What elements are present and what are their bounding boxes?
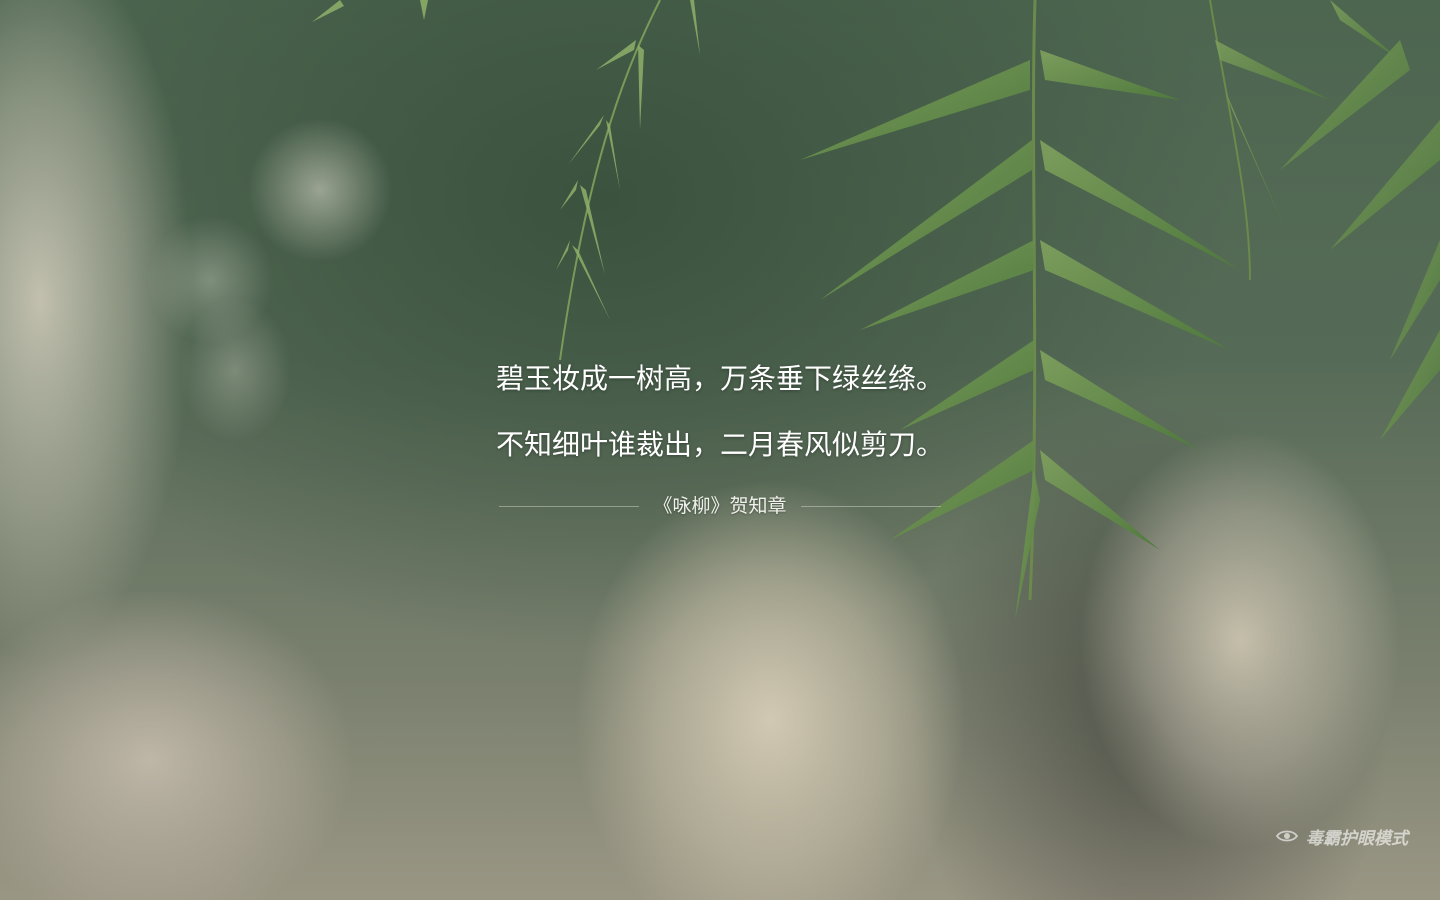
divider-left: [499, 505, 640, 507]
divider-right: [800, 505, 941, 507]
poem-block: 碧玉妆成一树高，万条垂下绿丝绦。 不知细叶谁裁出，二月春风似剪刀。: [0, 355, 1440, 487]
eye-protection-mode-button[interactable]: 毒霸护眼模式: [1276, 822, 1408, 850]
eye-protection-mode-label: 毒霸护眼模式: [1306, 828, 1408, 849]
eye-icon: [1276, 829, 1298, 843]
poem-line-2: 不知细叶谁裁出，二月春风似剪刀。: [495, 428, 944, 461]
poem-line-1: 碧玉妆成一树高，万条垂下绿丝绦。: [495, 362, 944, 395]
poem-author-title: 《咏柳》贺知章: [653, 495, 787, 517]
poem-attribution: 《咏柳》贺知章: [0, 490, 1440, 522]
